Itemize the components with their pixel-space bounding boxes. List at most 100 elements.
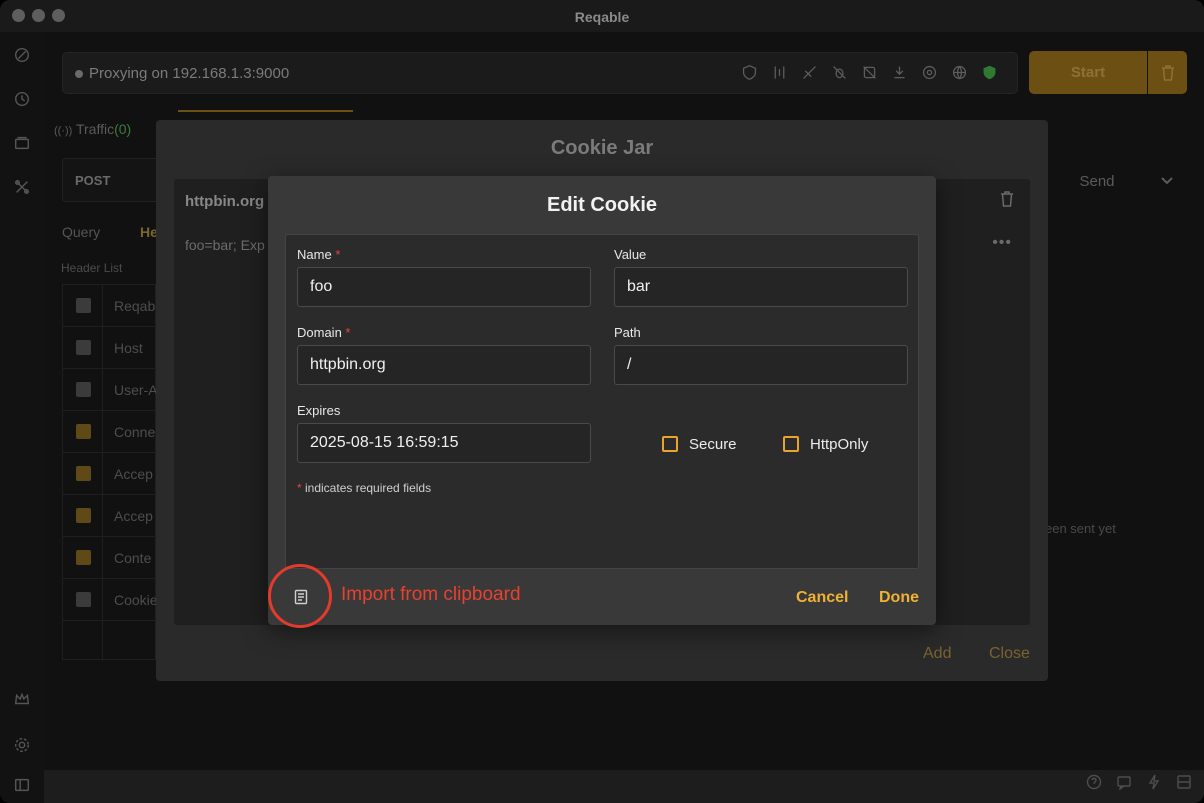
header-row[interactable]: Reqab [63, 285, 157, 327]
header-checkbox[interactable] [76, 550, 91, 565]
cookie-domain-heading: httpbin.org [185, 193, 265, 210]
debug-off-icon[interactable] [829, 62, 849, 82]
value-input[interactable]: bar [614, 267, 908, 307]
header-name: Reqab [114, 298, 156, 314]
target-icon[interactable] [919, 62, 939, 82]
traffic-count: (0) [114, 121, 132, 137]
header-row[interactable]: Host [63, 327, 157, 369]
header-name: Cookie [114, 592, 158, 608]
status-bar-icons [1086, 774, 1192, 795]
tools-icon[interactable] [11, 176, 33, 198]
annotation-circle [268, 564, 332, 628]
domain-input[interactable]: httpbin.org [297, 345, 591, 385]
header-name: Conte [114, 550, 152, 566]
left-rail [0, 32, 44, 803]
window-title: Reqable [574, 9, 630, 25]
crown-icon[interactable] [11, 688, 33, 710]
cancel-button[interactable]: Cancel [796, 589, 848, 607]
proxy-bar: Proxying on 192.168.1.3:9000 [62, 52, 1018, 94]
header-checkbox[interactable] [76, 424, 91, 439]
header-list-label: Header List [61, 261, 123, 275]
annotation-label: Import from clipboard [341, 584, 521, 605]
feedback-icon[interactable] [1116, 774, 1132, 795]
start-button[interactable]: Start [1029, 51, 1147, 94]
header-checkbox[interactable] [76, 340, 91, 355]
send-options-button[interactable] [1147, 160, 1187, 202]
expires-field-label: Expires [297, 403, 341, 418]
required-asterisk: * [335, 247, 341, 262]
httponly-checkbox[interactable] [783, 436, 799, 452]
download-icon[interactable] [889, 62, 909, 82]
tab-query[interactable]: Query [62, 224, 100, 240]
proxy-toolbar [739, 62, 999, 82]
delete-domain-button[interactable] [1000, 191, 1014, 212]
layout-icon[interactable] [1176, 774, 1192, 795]
active-tab-underline [178, 110, 353, 112]
settings-gear-icon[interactable] [11, 734, 33, 756]
tab-traffic[interactable]: ((·)) Traffic(0) [54, 121, 131, 137]
chevron-down-icon [1161, 177, 1173, 185]
history-icon[interactable] [11, 88, 33, 110]
domain-label-text: Domain [297, 325, 342, 340]
ssl-shield-icon[interactable] [739, 62, 759, 82]
header-checkbox[interactable] [76, 592, 91, 607]
header-name: Host [114, 340, 143, 356]
header-row[interactable]: Accep [63, 495, 157, 537]
name-input[interactable]: foo [297, 267, 591, 307]
required-note-text: indicates required fields [301, 481, 432, 495]
method-select[interactable]: POST [62, 158, 162, 202]
path-field-label: Path [614, 325, 641, 340]
wifi-icon: ((·)) [54, 125, 73, 137]
send-button[interactable]: Send [1048, 160, 1146, 202]
rewrite-off-icon[interactable] [859, 62, 879, 82]
edit-cookie-title: Edit Cookie [546, 194, 657, 216]
throttle-icon[interactable] [769, 62, 789, 82]
required-fields-note: * indicates required fields [297, 481, 431, 495]
clear-trash-button[interactable] [1148, 51, 1187, 94]
lightning-icon[interactable] [1146, 774, 1162, 795]
sidebar-toggle-icon[interactable] [11, 774, 33, 796]
globe-icon[interactable] [949, 62, 969, 82]
header-row[interactable]: User-A [63, 369, 158, 411]
header-row[interactable]: Cookie [63, 579, 158, 621]
secure-checkbox[interactable] [662, 436, 678, 452]
header-checkbox[interactable] [76, 382, 91, 397]
capture-icon[interactable] [11, 44, 33, 66]
required-asterisk: * [345, 325, 351, 340]
header-row[interactable]: Conte [63, 537, 157, 579]
secure-shield-icon[interactable] [979, 62, 999, 82]
value-field-label: Value [614, 247, 647, 262]
method-label: POST [75, 173, 111, 188]
response-empty-hint: een sent yet [1045, 521, 1116, 536]
trash-icon [1161, 64, 1174, 81]
proxy-status-dot [75, 70, 83, 78]
header-checkbox[interactable] [76, 466, 91, 481]
header-checkbox[interactable] [76, 508, 91, 523]
collections-icon[interactable] [11, 132, 33, 154]
header-name: User-A [114, 382, 158, 398]
header-name: Accep [114, 466, 153, 482]
cookie-form: Name * foo Value bar Domain * httpbin.or… [285, 234, 919, 569]
header-row[interactable]: Accep [63, 453, 157, 495]
app-window: Reqable Proxying on 192.168.1.3:9000 Sta… [0, 0, 1204, 803]
more-options-icon[interactable]: ••• [992, 234, 1012, 252]
cookie-summary[interactable]: foo=bar; Exp [185, 237, 265, 253]
httponly-label[interactable]: HttpOnly [810, 436, 868, 453]
name-field-label: Name * [297, 247, 340, 262]
header-checkbox[interactable] [76, 298, 91, 313]
path-input[interactable]: / [614, 345, 908, 385]
expires-input[interactable]: 2025-08-15 16:59:15 [297, 423, 591, 463]
help-icon[interactable] [1086, 774, 1102, 795]
done-button[interactable]: Done [879, 589, 919, 607]
close-cookie-jar-button[interactable]: Close [989, 645, 1030, 663]
edit-cookie-dialog: Edit Cookie Name * foo Value bar Domain … [268, 176, 936, 625]
header-name: Conne [114, 424, 156, 440]
title-bar: Reqable [0, 0, 1204, 32]
trash-icon [1001, 191, 1013, 207]
cookie-jar-title: Cookie Jar [550, 137, 654, 159]
header-row[interactable]: Conne [63, 411, 157, 453]
name-label-text: Name [297, 247, 332, 262]
secure-label[interactable]: Secure [689, 436, 737, 453]
add-cookie-button[interactable]: Add [923, 645, 951, 663]
breakpoint-off-icon[interactable] [799, 62, 819, 82]
